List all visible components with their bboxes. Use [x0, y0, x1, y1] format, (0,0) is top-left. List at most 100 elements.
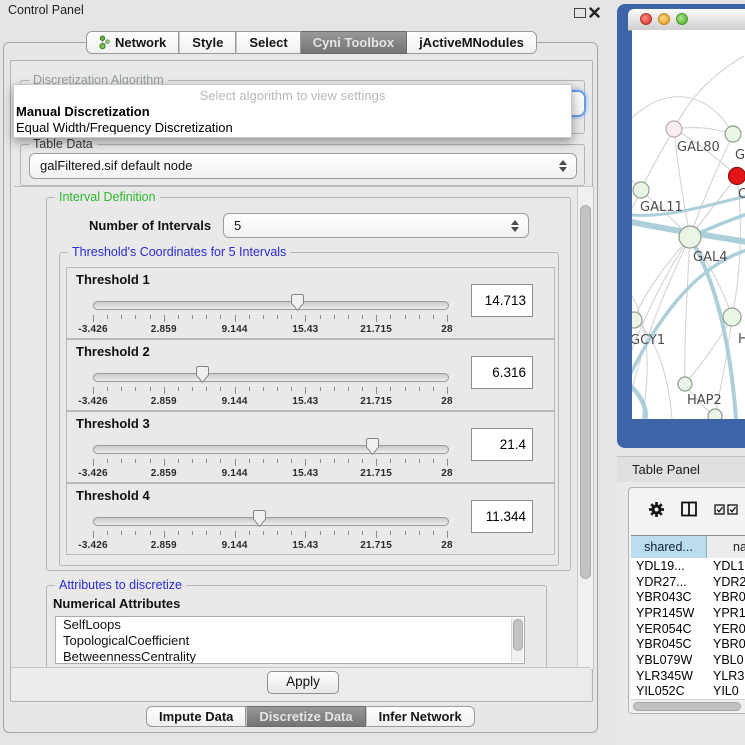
table-data-combobox[interactable]: galFiltered.sif default node: [29, 153, 577, 179]
slider-tick: [249, 387, 250, 391]
slider-tick-label: 2.859: [134, 540, 194, 551]
algorithm-placeholder-item[interactable]: Select algorithm to view settings: [14, 88, 571, 103]
slider-tick: [291, 387, 292, 391]
tab-style[interactable]: Style: [179, 31, 236, 54]
threshold-value-field[interactable]: 6.316: [471, 356, 533, 389]
tab-impute-data[interactable]: Impute Data: [146, 706, 246, 727]
split-view-icon[interactable]: [681, 501, 697, 517]
number-of-intervals-combobox[interactable]: 5: [223, 213, 529, 238]
table-row[interactable]: YER054CYER0: [631, 621, 745, 637]
minimize-window-button[interactable]: [658, 13, 670, 25]
network-edge: [674, 128, 733, 134]
scrollbar-thumb[interactable]: [580, 205, 591, 579]
algorithm-option-manual-discretization[interactable]: Manual Discretization: [16, 104, 150, 119]
apply-row: Apply: [11, 667, 590, 700]
apply-button[interactable]: Apply: [267, 671, 339, 694]
slider-tick: [305, 387, 306, 394]
network-node-gal11[interactable]: [633, 182, 649, 198]
slider-tick: [291, 459, 292, 463]
slider-tick: [93, 531, 94, 538]
cell-shared-name: YPR145W: [631, 606, 713, 620]
table-row[interactable]: YIL052CYIL0: [631, 684, 745, 700]
slider-tick: [334, 531, 335, 535]
slider-tick: [362, 459, 363, 463]
slider-tick: [249, 315, 250, 319]
network-node-label: GCY1: [632, 333, 665, 348]
table-data-group: Table Data galFiltered.sif default node: [20, 144, 585, 186]
network-node-h[interactable]: [723, 308, 741, 326]
threshold-value-field[interactable]: 21.4: [471, 428, 533, 461]
tab-select[interactable]: Select: [236, 31, 300, 54]
close-panel-icon[interactable]: [589, 7, 600, 18]
column-header-shared-name[interactable]: shared...: [631, 535, 707, 559]
tab-infer-network[interactable]: Infer Network: [366, 706, 475, 727]
cell-shared-name: YBL079W: [631, 653, 713, 667]
network-node-gal80[interactable]: [666, 121, 682, 137]
close-window-button[interactable]: [640, 13, 652, 25]
network-edge: [685, 237, 690, 384]
table-row[interactable]: YDL19...YDL1: [631, 558, 745, 574]
cell-name: YLR3: [713, 669, 744, 683]
table-row[interactable]: YPR145WYPR1: [631, 605, 745, 621]
numerical-attributes-list[interactable]: SelfLoopsTopologicalCoefficientBetweenne…: [55, 616, 525, 664]
column-header-name[interactable]: na: [707, 535, 745, 559]
network-edge: [641, 129, 674, 190]
slider-tick: [433, 387, 434, 391]
table-horizontal-scrollbar[interactable]: [631, 699, 745, 711]
network-window-titlebar[interactable]: [628, 9, 745, 31]
attribute-item-selfloops[interactable]: SelfLoops: [56, 617, 524, 633]
tab-jactivemnodules[interactable]: jActiveMNodules: [407, 31, 537, 54]
float-window-icon[interactable]: [574, 8, 586, 18]
slider-tick: [362, 531, 363, 535]
threshold-slider-track[interactable]: [93, 373, 449, 382]
network-node-c[interactable]: [729, 168, 745, 185]
slider-tick: [249, 531, 250, 535]
tab-network[interactable]: Network: [86, 31, 179, 54]
network-node-gcy1[interactable]: [632, 312, 642, 328]
threshold-slider-thumb[interactable]: [195, 365, 210, 384]
threshold-slider-track[interactable]: [93, 517, 449, 526]
threshold-slider-thumb[interactable]: [290, 293, 305, 312]
table-row[interactable]: YLR345WYLR3: [631, 668, 745, 684]
settings-vertical-scrollbar[interactable]: [577, 186, 594, 670]
attributes-list-scrollbar[interactable]: [511, 618, 523, 662]
slider-tick-label: 21.715: [346, 324, 406, 335]
gear-icon[interactable]: [648, 501, 665, 518]
slider-tick-label: 2.859: [134, 468, 194, 479]
slider-tick: [107, 459, 108, 463]
select-columns-icon[interactable]: [714, 504, 740, 515]
network-view-canvas[interactable]: GAL80GACGAL11GAL4GCY1HHAP2: [632, 30, 745, 419]
slider-tick: [135, 531, 136, 535]
tab-discretize-data[interactable]: Discretize Data: [246, 706, 365, 727]
attribute-item-betweennesscentrality[interactable]: BetweennessCentrality: [56, 649, 524, 664]
slider-tick: [320, 459, 321, 463]
numerical-attributes-label: Numerical Attributes: [53, 596, 180, 611]
slider-tick: [235, 531, 236, 538]
network-node-hap2[interactable]: [678, 377, 692, 391]
threshold-slider-track[interactable]: [93, 445, 449, 454]
table-row[interactable]: YBL079WYBL0: [631, 652, 745, 668]
slider-tick: [93, 387, 94, 394]
table-row[interactable]: YDR27...YDR2: [631, 574, 745, 590]
slider-tick-label: 28: [417, 540, 477, 551]
tab-cyni-toolbox[interactable]: Cyni Toolbox: [301, 31, 407, 54]
table-row[interactable]: YBR045CYBR0: [631, 636, 745, 652]
threshold-value-field[interactable]: 11.344: [471, 500, 533, 533]
slider-tick: [390, 387, 391, 391]
threshold-panel-2: Threshold 2-3.4262.8599.14415.4321.71528…: [66, 339, 555, 411]
control-panel-title: Control Panel: [8, 3, 84, 17]
table-data-combobox-value: galFiltered.sif default node: [40, 158, 192, 173]
network-node[interactable]: [708, 409, 722, 419]
zoom-window-button[interactable]: [676, 13, 688, 25]
slider-tick: [362, 315, 363, 319]
threshold-slider-thumb[interactable]: [365, 437, 380, 456]
scrollbar-thumb[interactable]: [633, 702, 741, 711]
threshold-value-field[interactable]: 14.713: [471, 284, 533, 317]
threshold-slider-thumb[interactable]: [252, 509, 267, 528]
attribute-item-topologicalcoefficient[interactable]: TopologicalCoefficient: [56, 633, 524, 649]
algorithm-option-equal-width-frequency-discretization[interactable]: Equal Width/Frequency Discretization: [16, 120, 233, 135]
threshold-slider-track[interactable]: [93, 301, 449, 310]
network-node-gal4[interactable]: [679, 226, 701, 248]
table-row[interactable]: YBR043CYBR0: [631, 589, 745, 605]
network-node-ga[interactable]: [725, 126, 741, 142]
